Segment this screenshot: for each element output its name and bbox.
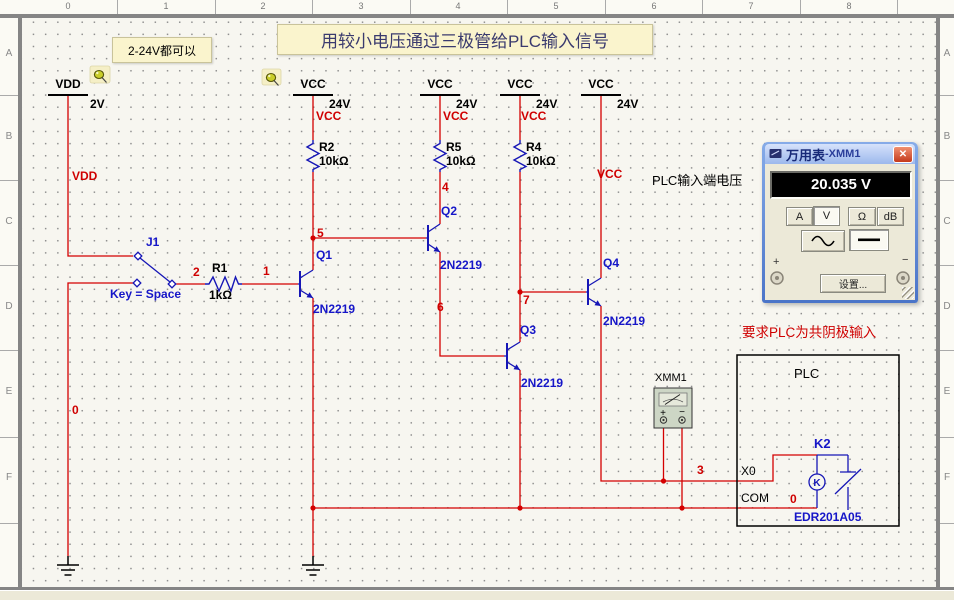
dc-line-icon (857, 237, 881, 243)
plus-terminal-icon (770, 271, 784, 285)
net-label-7: 7 (523, 294, 530, 307)
resistor-r5[interactable] (434, 140, 446, 172)
vcc-rail-name: VCC (588, 78, 613, 91)
ref-xmm1: XMM1 (655, 372, 687, 384)
vcc-rail-name: VCC (507, 78, 532, 91)
relay-k2[interactable]: K (809, 455, 861, 510)
vcc-rail-name: VCC (300, 78, 325, 91)
value-r2: 10kΩ (319, 155, 349, 168)
plc-terminal-x0: X0 (741, 465, 756, 478)
plc-label: PLC (794, 367, 819, 381)
ref-k2: K2 (814, 437, 831, 451)
multimeter-window-xmm1[interactable]: 万用表 -XMM1 ✕ 20.035 V A V Ω dB + − (762, 142, 918, 303)
net-label-6: 6 (437, 301, 444, 314)
model-q2: 2N2219 (440, 259, 482, 272)
ref-r2: R2 (319, 141, 334, 154)
multimeter-reading: 20.035 V (772, 173, 910, 197)
mode-button-db[interactable]: dB (877, 207, 904, 226)
mode-button-amps[interactable]: A (786, 207, 813, 226)
minus-terminal-icon (896, 271, 910, 285)
pushpin-icon[interactable] (90, 66, 110, 83)
mode-button-volts[interactable]: V (813, 206, 840, 226)
sine-wave-icon (810, 235, 836, 247)
resistor-r2[interactable] (307, 140, 319, 172)
transistor-q4[interactable] (586, 278, 601, 306)
net-label-1: 1 (263, 265, 270, 278)
multimeter-display: 20.035 V (770, 171, 912, 199)
annotation-note-range[interactable]: 2-24V都可以 (112, 37, 212, 63)
value-r1: 1kΩ (209, 289, 232, 302)
mode-button-ohms[interactable]: Ω (848, 207, 876, 226)
resistor-r4[interactable] (514, 140, 526, 172)
transistor-q2[interactable] (426, 224, 440, 252)
model-q3: 2N2219 (521, 377, 563, 390)
ref-q3: Q3 (520, 324, 536, 337)
transistor-q3[interactable] (504, 342, 520, 370)
note-text: 用较小电压通过三极管给PLC输入信号 (321, 27, 609, 52)
multimeter-window-icon (769, 148, 782, 160)
vdd-rail-value: 2V (90, 98, 105, 111)
net-label-4: 4 (442, 181, 449, 194)
net-label-3: 3 (697, 464, 704, 477)
multimeter-body: 20.035 V A V Ω dB + − (765, 164, 915, 300)
j1-key-label: Key = Space (110, 288, 181, 301)
transistor-q1[interactable] (298, 270, 313, 298)
multimeter-icon-xmm1[interactable]: + − (654, 388, 692, 428)
ground-left[interactable] (57, 556, 79, 575)
vcc-rail-name: VCC (427, 78, 452, 91)
net-label-vcc: VCC (443, 110, 468, 123)
net-label-5: 5 (317, 227, 324, 240)
model-q4: 2N2219 (603, 315, 645, 328)
plc-voltage-caption: PLC输入端电压 (652, 174, 742, 188)
dc-mode-button[interactable] (849, 229, 889, 251)
ref-j1: J1 (146, 236, 159, 249)
model-q1: 2N2219 (313, 303, 355, 316)
resize-grip[interactable] (902, 287, 914, 299)
settings-button[interactable]: 设置... (820, 274, 886, 293)
multisim-workspace: 0 1 2 3 4 5 6 7 8 A B C D E F A B C D (0, 0, 954, 600)
net-label-2: 2 (193, 266, 200, 279)
vdd-rail-name: VDD (55, 78, 80, 91)
value-r5: 10kΩ (446, 155, 476, 168)
pushpin-icon[interactable] (262, 69, 281, 86)
vcc-rail-value: 24V (617, 98, 638, 111)
annotation-note-title[interactable]: 用较小电压通过三极管给PLC输入信号 (277, 24, 653, 55)
net-label-vcc: VCC (521, 110, 546, 123)
ref-r4: R4 (526, 141, 541, 154)
plus-terminal-label: + (773, 256, 779, 268)
ref-r1: R1 (212, 262, 227, 275)
ref-r5: R5 (446, 141, 461, 154)
minus-terminal-label: − (902, 254, 908, 266)
net-label-0-plc: 0 (790, 493, 797, 506)
relay-coil-letter: K (813, 478, 821, 489)
wire-ground-branch[interactable] (68, 283, 133, 556)
ref-q1: Q1 (316, 249, 332, 262)
net-label-vdd: VDD (72, 170, 97, 183)
ground-mid[interactable] (302, 556, 324, 575)
ac-mode-button[interactable] (801, 230, 845, 252)
net-label-vcc: VCC (597, 168, 622, 181)
junction-dots (310, 235, 684, 510)
switch-j1[interactable] (133, 252, 176, 288)
ref-q2: Q2 (441, 205, 457, 218)
close-icon[interactable]: ✕ (893, 146, 913, 163)
multimeter-title: 万用表 (786, 145, 825, 164)
ground-symbols[interactable] (57, 556, 324, 575)
multimeter-title-bar[interactable]: 万用表 -XMM1 ✕ (765, 144, 915, 164)
model-k2: EDR201A05 (794, 511, 861, 524)
value-r4: 10kΩ (526, 155, 556, 168)
net-label-vcc: VCC (316, 110, 341, 123)
plc-requirement-note: 要求PLC为共阴极输入 (742, 326, 876, 341)
note-text: 2-24V都可以 (128, 42, 196, 59)
ref-q4: Q4 (603, 257, 619, 270)
multimeter-title-id: -XMM1 (825, 148, 860, 160)
plc-terminal-com: COM (741, 492, 769, 505)
net-label-0: 0 (72, 404, 79, 417)
